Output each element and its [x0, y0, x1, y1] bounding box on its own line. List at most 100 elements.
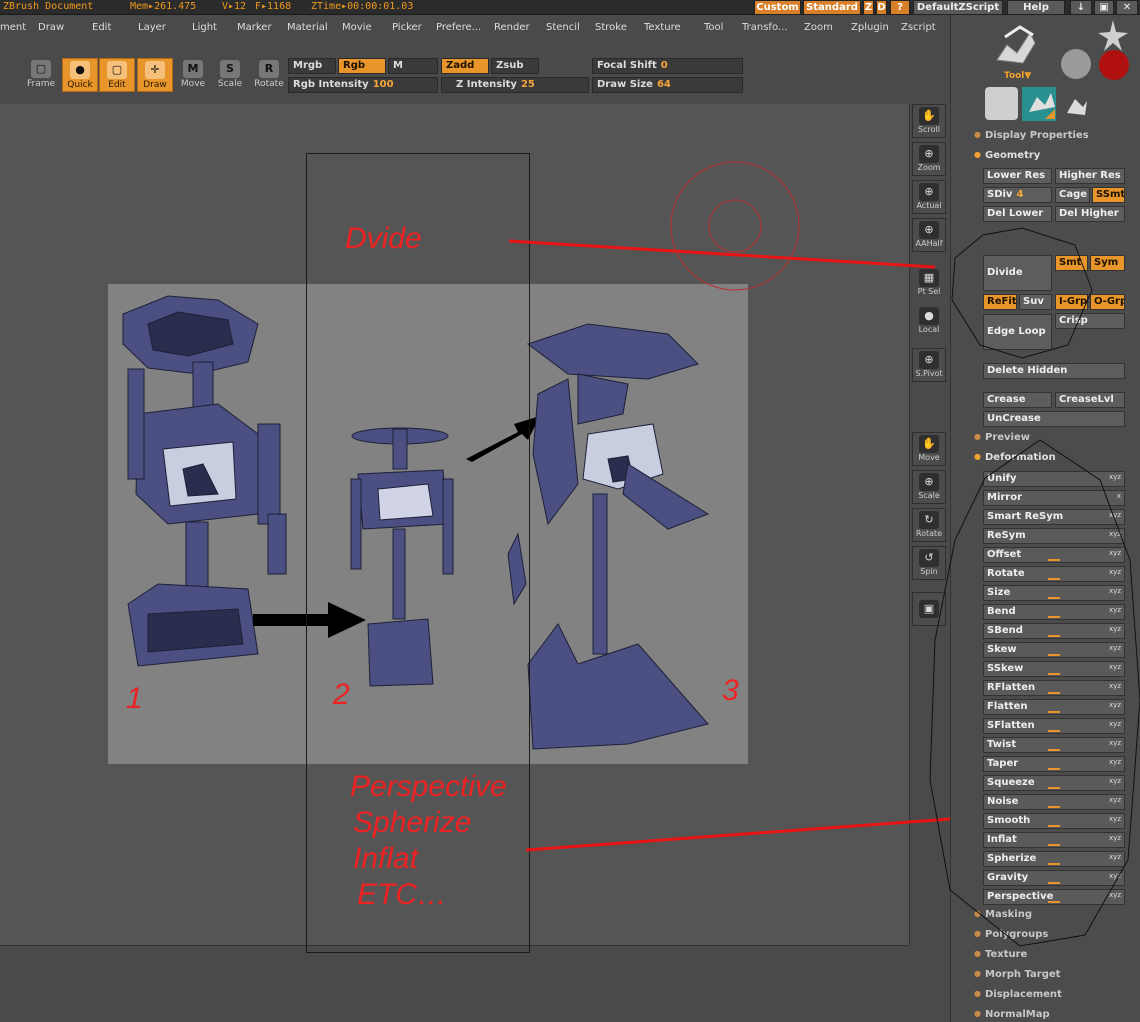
display-properties-section[interactable]: Display Properties — [974, 130, 1089, 141]
edit-button[interactable]: ▢ Edit — [99, 58, 135, 92]
deformation-twist[interactable]: Twist xyz — [983, 737, 1125, 753]
deformation-offset[interactable]: Offset xyz — [983, 547, 1125, 563]
crease-button[interactable]: Crease — [983, 392, 1052, 408]
menu-stroke[interactable]: Stroke — [595, 22, 627, 33]
sym-button[interactable]: Sym — [1090, 255, 1125, 271]
pt-sel-button[interactable]: ▦ Pt Sel — [912, 266, 946, 300]
frame-button[interactable]: ▢ Frame — [23, 58, 59, 92]
actual-button[interactable]: ⊕ Actual — [912, 180, 946, 214]
crisp-button[interactable]: Crisp — [1055, 313, 1125, 329]
robot-tool-thumbnail[interactable] — [993, 25, 1038, 65]
ssmt-button[interactable]: SSmt — [1092, 187, 1125, 203]
smt-button[interactable]: Smt — [1055, 255, 1088, 271]
zadd-button[interactable]: Zadd — [441, 58, 489, 74]
slider-indicator[interactable] — [1048, 768, 1060, 770]
menu-light[interactable]: Light — [192, 22, 217, 33]
default-zscript-button[interactable]: DefaultZScript — [913, 0, 1003, 15]
menu-layer[interactable]: Layer — [138, 22, 166, 33]
axis-toggles[interactable]: xyz — [1109, 472, 1121, 482]
menu-movie[interactable]: Movie — [342, 22, 372, 33]
slider-indicator[interactable] — [1048, 578, 1060, 580]
s-pivot-button[interactable]: ⊕ S.Pivot — [912, 348, 946, 382]
axis-toggles[interactable]: xyz — [1109, 852, 1121, 862]
slider-indicator[interactable] — [1048, 711, 1060, 713]
menu-draw[interactable]: Draw — [38, 22, 64, 33]
slider-indicator[interactable] — [1048, 882, 1060, 884]
delete-hidden-button[interactable]: Delete Hidden — [983, 363, 1125, 379]
menu-edit[interactable]: Edit — [92, 22, 111, 33]
axis-toggles[interactable]: xyz — [1109, 738, 1121, 748]
close-icon[interactable]: ✕ — [1116, 0, 1138, 15]
z-intensity-slider[interactable]: Z Intensity 25 — [441, 77, 589, 93]
star-brush-thumbnail[interactable] — [1098, 20, 1128, 51]
deformation-smooth[interactable]: Smooth xyz — [983, 813, 1125, 829]
menu-zscript[interactable]: Zscript — [901, 22, 936, 33]
higher-res-button[interactable]: Higher Res — [1055, 168, 1125, 184]
deformation-taper[interactable]: Taper xyz — [983, 756, 1125, 772]
axis-toggles[interactable]: xyz — [1109, 681, 1121, 691]
aahalf-button[interactable]: ⊕ AAHalf — [912, 218, 946, 252]
restore-window-icon[interactable]: ▣ — [1094, 0, 1114, 15]
scale-view-button[interactable]: ⊕ Scale — [912, 470, 946, 504]
slider-indicator[interactable] — [1048, 616, 1060, 618]
zoom-button[interactable]: ⊕ Zoom — [912, 142, 946, 176]
move-button[interactable]: M Move — [175, 58, 211, 92]
slider-indicator[interactable] — [1048, 559, 1060, 561]
del-lower-button[interactable]: Del Lower — [983, 206, 1052, 222]
rgb-button[interactable]: Rgb — [338, 58, 386, 74]
slider-indicator[interactable] — [1048, 654, 1060, 656]
deformation-flatten[interactable]: Flatten xyz — [983, 699, 1125, 715]
axis-toggles[interactable]: xyz — [1109, 624, 1121, 634]
help-button[interactable]: Help — [1007, 0, 1065, 15]
del-higher-button[interactable]: Del Higher — [1055, 206, 1125, 222]
slider-indicator[interactable] — [1048, 730, 1060, 732]
menu-tool[interactable]: Tool — [704, 22, 723, 33]
menu-alpha-document[interactable]: ment — [0, 22, 26, 33]
menu-picker[interactable]: Picker — [392, 22, 422, 33]
i-grp-button[interactable]: I-Grp — [1055, 294, 1088, 310]
slider-indicator[interactable] — [1048, 825, 1060, 827]
menu-material[interactable]: Material — [287, 22, 328, 33]
small-robot-thumbnail[interactable] — [1067, 99, 1087, 115]
axis-toggles[interactable]: xyz — [1109, 890, 1121, 900]
crease-level-slider[interactable]: CreaseLvl — [1055, 392, 1125, 408]
menu-stencil[interactable]: Stencil — [546, 22, 580, 33]
camera-button[interactable]: ▣ — [912, 592, 946, 626]
spin-button[interactable]: ↺ Spin — [912, 546, 946, 580]
custom-ui-button[interactable]: Custom — [754, 0, 801, 15]
menu-preferences[interactable]: Prefere... — [436, 22, 481, 33]
menu-zplugin[interactable]: Zplugin — [851, 22, 889, 33]
axis-toggles[interactable]: x — [1117, 491, 1121, 501]
lower-res-button[interactable]: Lower Res — [983, 168, 1052, 184]
masking-section[interactable]: Masking — [974, 909, 1032, 920]
help-question-button[interactable]: ? — [890, 0, 910, 15]
rgb-intensity-slider[interactable]: Rgb Intensity 100 — [288, 77, 438, 93]
morph-target-section[interactable]: Morph Target — [974, 969, 1061, 980]
deformation-bend[interactable]: Bend xyz — [983, 604, 1125, 620]
red-sphere-material-icon[interactable] — [1099, 50, 1129, 80]
draw-size-slider[interactable]: Draw Size 64 — [592, 77, 743, 93]
m-button[interactable]: M — [388, 58, 438, 74]
z-button[interactable]: Z — [863, 0, 874, 15]
deformation-perspective[interactable]: Perspective xyz — [983, 889, 1125, 905]
deformation-noise[interactable]: Noise xyz — [983, 794, 1125, 810]
deformation-gravity[interactable]: Gravity xyz — [983, 870, 1125, 886]
d-button[interactable]: D — [876, 0, 887, 15]
axis-toggles[interactable]: xyz — [1109, 776, 1121, 786]
axis-toggles[interactable]: xyz — [1109, 757, 1121, 767]
axis-toggles[interactable]: xyz — [1109, 567, 1121, 577]
quick-button[interactable]: ● Quick — [62, 58, 98, 92]
deformation-size[interactable]: Size xyz — [983, 585, 1125, 601]
preview-section[interactable]: Preview — [974, 432, 1030, 443]
slider-indicator[interactable] — [1048, 692, 1060, 694]
axis-toggles[interactable]: xyz — [1109, 700, 1121, 710]
menu-zoom[interactable]: Zoom — [804, 22, 833, 33]
chevron-down-icon[interactable]: ↓ — [1070, 0, 1092, 15]
slider-indicator[interactable] — [1048, 749, 1060, 751]
scroll-button[interactable]: ✋ Scroll — [912, 104, 946, 138]
axis-toggles[interactable]: xyz — [1109, 510, 1121, 520]
menu-marker[interactable]: Marker — [237, 22, 272, 33]
mrgb-button[interactable]: Mrgb — [288, 58, 336, 74]
axis-toggles[interactable]: xyz — [1109, 719, 1121, 729]
menu-texture[interactable]: Texture — [644, 22, 681, 33]
